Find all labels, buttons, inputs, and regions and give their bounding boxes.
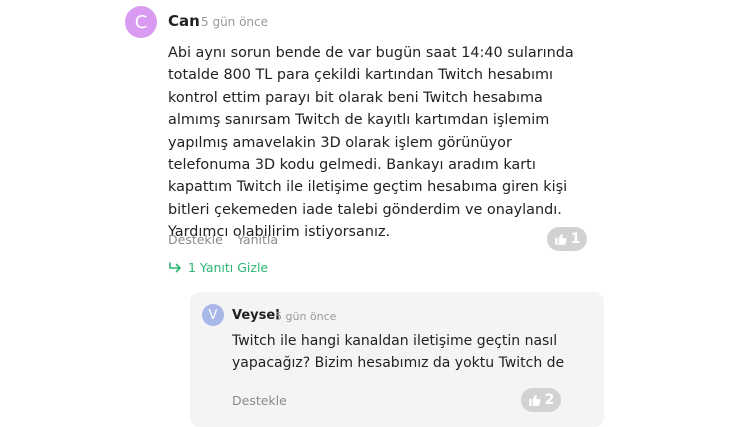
like-button[interactable]: 1 — [547, 227, 587, 251]
reply-avatar[interactable]: V — [202, 304, 224, 326]
reply-like-button[interactable]: 2 — [521, 388, 561, 412]
support-button[interactable]: Destekle — [168, 232, 223, 247]
reply-button[interactable]: Yanıtla — [237, 232, 278, 247]
reply-support-button[interactable]: Destekle — [232, 393, 287, 408]
hide-replies-toggle[interactable]: 1 Yanıtı Gizle — [168, 260, 268, 275]
reply-author[interactable]: Veysel — [232, 308, 280, 323]
reply-arrow-icon — [169, 261, 181, 272]
thumbs-up-icon — [554, 234, 567, 245]
avatar[interactable]: C — [125, 6, 157, 38]
comment-text: Abi aynı sorun bende de var bugün saat 1… — [168, 45, 574, 241]
like-count: 1 — [570, 231, 581, 247]
reply-avatar-letter: V — [208, 307, 218, 323]
comment-author[interactable]: Can — [168, 12, 200, 30]
hide-replies-label: 1 Yanıtı Gizle — [188, 260, 269, 275]
reply-time: 5 gün önce — [275, 310, 337, 323]
comment-time: 5 gün önce — [201, 15, 269, 29]
reply-text: Twitch ile hangi kanaldan iletişime geçt… — [232, 333, 565, 371]
thumbs-up-icon — [528, 395, 541, 406]
reply-like-count: 2 — [544, 392, 555, 408]
reply-card: V Veysel 5 gün önce Twitch ile hangi kan… — [190, 292, 604, 427]
avatar-letter: C — [134, 11, 148, 33]
